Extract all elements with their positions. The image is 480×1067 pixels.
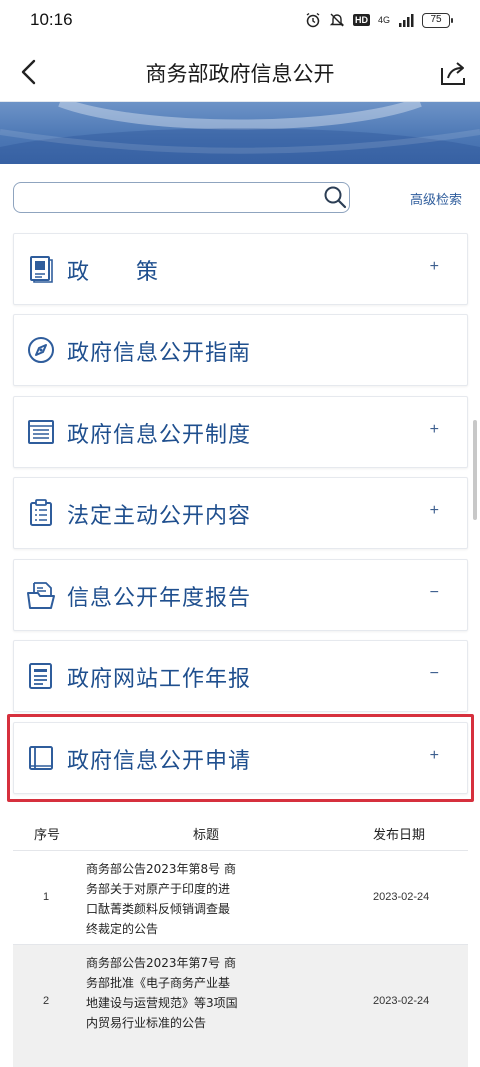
menu-label: 政 策 [67, 260, 160, 285]
collapse-toggle[interactable]: − [430, 665, 439, 683]
clipboard-icon [30, 499, 52, 526]
row-title[interactable]: 商务部公告2023年第7号 商务部批准《电子商务产业基地建设与运营规范》等3项国… [86, 953, 241, 1033]
menu-item-guide[interactable]: 政府信息公开指南 [13, 314, 468, 386]
row-number: 1 [43, 891, 50, 903]
folder-document-icon [27, 582, 55, 609]
column-header-no: 序号 [34, 828, 61, 843]
status-icons: HD 4G 75 [305, 12, 453, 28]
collapse-toggle[interactable]: − [430, 584, 439, 602]
menu-item-annual-report[interactable]: 信息公开年度报告 − [13, 559, 468, 631]
column-header-title: 标题 [193, 828, 220, 843]
menu-label: 信息公开年度报告 [67, 586, 252, 611]
table-row[interactable]: 1 商务部公告2023年第8号 商务部关于对原产于印度的进口酞菁类颜料反倾销调查… [13, 850, 468, 944]
menu-item-statutory[interactable]: 法定主动公开内容 + [13, 477, 468, 549]
table-row[interactable]: 2 商务部公告2023年第7号 商务部批准《电子商务产业基地建设与运营规范》等3… [13, 944, 468, 1067]
policy-document-icon [30, 256, 53, 283]
search-input[interactable] [22, 186, 322, 210]
row-number: 2 [43, 995, 50, 1007]
signal-icon [399, 14, 414, 27]
hd-badge: HD [352, 14, 370, 26]
compass-icon [28, 337, 54, 363]
signal-label: 4G [377, 15, 390, 25]
column-header-date: 发布日期 [373, 828, 426, 843]
mute-bell-icon [329, 13, 345, 27]
menu-label: 政府信息公开制度 [67, 423, 252, 448]
menu-label: 法定主动公开内容 [67, 504, 252, 529]
expand-toggle[interactable]: + [430, 258, 439, 276]
title-bar: 商务部政府信息公开 [0, 42, 480, 102]
menu-item-system[interactable]: 政府信息公开制度 + [13, 396, 468, 468]
search-box[interactable] [13, 182, 350, 213]
battery-icon: 75 [422, 12, 453, 28]
expand-toggle[interactable]: + [430, 421, 439, 439]
menu-item-policy[interactable]: 政 策 + [13, 233, 468, 305]
page-title: 商务部政府信息公开 [145, 62, 335, 86]
menu-label: 政府网站工作年报 [67, 667, 252, 692]
share-icon[interactable] [438, 58, 468, 88]
menu-label: 政府信息公开指南 [67, 341, 252, 366]
scrollbar[interactable] [473, 420, 477, 520]
expand-toggle[interactable]: + [430, 502, 439, 520]
report-document-icon [29, 663, 52, 689]
row-title[interactable]: 商务部公告2023年第8号 商务部关于对原产于印度的进口酞菁类颜料反倾销调查最终… [86, 859, 241, 939]
menu-item-website-report[interactable]: 政府网站工作年报 − [13, 640, 468, 712]
header-banner [0, 102, 480, 164]
alarm-icon [306, 12, 320, 28]
banner-decoration [0, 102, 480, 164]
row-date: 2023-02-24 [373, 995, 430, 1007]
advanced-search-link[interactable]: 高级检索 [410, 189, 462, 208]
search-icon[interactable] [323, 185, 347, 209]
table-header: 序号 标题 发布日期 [13, 812, 468, 850]
row-date: 2023-02-24 [373, 891, 430, 903]
highlight-box [7, 714, 474, 802]
status-bar: 10:16 HD 4G 75 [0, 0, 480, 42]
status-time: 10:16 [30, 10, 73, 29]
list-document-icon [28, 420, 54, 444]
